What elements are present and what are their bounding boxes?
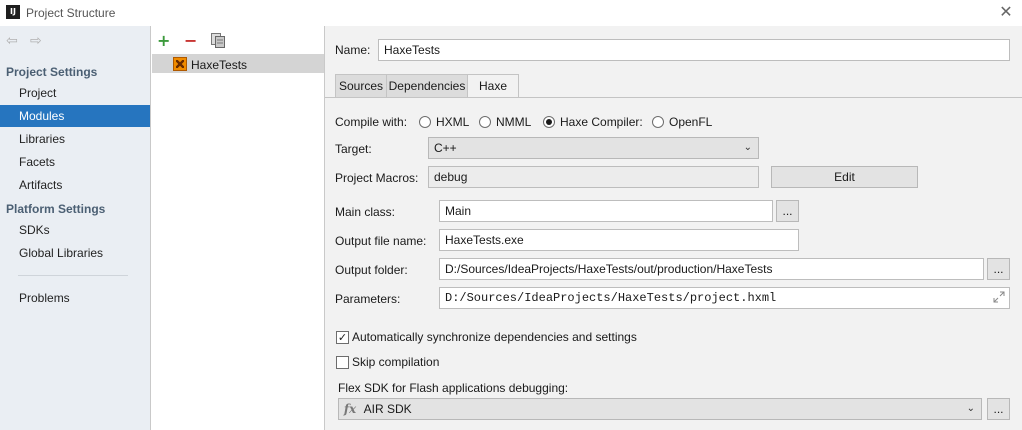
- output-folder-label: Output folder:: [335, 263, 408, 277]
- parameters-label: Parameters:: [335, 292, 401, 306]
- flex-sdk-icon: fx: [343, 402, 357, 416]
- project-macros-field: debug: [428, 166, 759, 188]
- sidebar-divider: [18, 275, 128, 276]
- parameters-input[interactable]: D:/Sources/IdeaProjects/HaxeTests/projec…: [439, 287, 1010, 309]
- haxe-module-icon: [173, 57, 187, 71]
- expand-icon[interactable]: [993, 291, 1005, 303]
- app-icon: IJ: [6, 5, 20, 19]
- radio-haxe-compiler-label[interactable]: Haxe Compiler:: [560, 115, 643, 129]
- arrow-left-icon[interactable]: ⇦: [6, 33, 18, 49]
- flex-sdk-label: Flex SDK for Flash applications debuggin…: [338, 381, 569, 395]
- radio-haxe-compiler[interactable]: [543, 116, 555, 128]
- main-class-input[interactable]: Main: [439, 200, 773, 222]
- auto-sync-checkbox[interactable]: ✓: [336, 331, 349, 344]
- radio-hxml[interactable]: [419, 116, 431, 128]
- module-name-label[interactable]: HaxeTests: [191, 58, 247, 72]
- tab-dependencies[interactable]: Dependencies: [386, 74, 468, 98]
- browse-output-folder-button[interactable]: ...: [987, 258, 1010, 280]
- name-label: Name:: [335, 43, 371, 57]
- add-icon[interactable]: +: [157, 32, 170, 50]
- section-header-platform-settings: Platform Settings: [6, 202, 106, 216]
- copy-icon[interactable]: [211, 33, 225, 48]
- section-header-project-settings: Project Settings: [6, 65, 98, 79]
- title-bar: [0, 0, 1022, 26]
- sidebar-item-artifacts[interactable]: Artifacts: [0, 174, 150, 196]
- flex-sdk-value: AIR SDK: [363, 402, 412, 416]
- sidebar-item-libraries[interactable]: Libraries: [0, 128, 150, 150]
- radio-nmml[interactable]: [479, 116, 491, 128]
- module-name-input[interactable]: HaxeTests: [378, 39, 1010, 61]
- window-title: Project Structure: [26, 6, 116, 20]
- target-label: Target:: [335, 142, 372, 156]
- radio-openfl[interactable]: [652, 116, 664, 128]
- browse-main-class-button[interactable]: ...: [776, 200, 799, 222]
- target-select[interactable]: C++ ⌄: [428, 137, 759, 159]
- output-file-name-input[interactable]: HaxeTests.exe: [439, 229, 799, 251]
- output-folder-input[interactable]: D:/Sources/IdeaProjects/HaxeTests/out/pr…: [439, 258, 984, 280]
- browse-flex-sdk-button[interactable]: ...: [987, 398, 1010, 420]
- close-icon[interactable]: ✕: [998, 3, 1014, 21]
- edit-macros-button[interactable]: Edit: [771, 166, 918, 188]
- sidebar-item-problems[interactable]: Problems: [0, 287, 150, 309]
- target-value: C++: [434, 141, 457, 155]
- flex-sdk-select[interactable]: fx AIR SDK ⌄: [338, 398, 982, 420]
- tab-haxe[interactable]: Haxe: [467, 74, 519, 98]
- sidebar-item-sdks[interactable]: SDKs: [0, 219, 150, 241]
- remove-icon[interactable]: −: [184, 32, 197, 50]
- tab-sources[interactable]: Sources: [335, 74, 387, 98]
- compile-with-label: Compile with:: [335, 115, 408, 129]
- radio-nmml-label[interactable]: NMML: [496, 115, 531, 129]
- skip-compilation-checkbox[interactable]: [336, 356, 349, 369]
- chevron-down-icon: ⌄: [966, 403, 975, 414]
- auto-sync-label[interactable]: Automatically synchronize dependencies a…: [352, 330, 637, 344]
- radio-hxml-label[interactable]: HXML: [436, 115, 469, 129]
- output-file-name-label: Output file name:: [335, 234, 427, 248]
- arrow-right-icon[interactable]: ⇨: [30, 33, 42, 49]
- sidebar-item-project[interactable]: Project: [0, 82, 150, 104]
- sidebar-item-modules[interactable]: Modules: [0, 105, 150, 127]
- project-macros-label: Project Macros:: [335, 171, 419, 185]
- radio-openfl-label[interactable]: OpenFL: [669, 115, 712, 129]
- chevron-down-icon: ⌄: [743, 142, 752, 153]
- main-class-label: Main class:: [335, 205, 396, 219]
- sidebar-item-facets[interactable]: Facets: [0, 151, 150, 173]
- module-list-pane: [151, 26, 325, 430]
- skip-compilation-label[interactable]: Skip compilation: [352, 355, 439, 369]
- sidebar-item-global-libraries[interactable]: Global Libraries: [0, 242, 150, 264]
- tab-divider: [325, 97, 1022, 98]
